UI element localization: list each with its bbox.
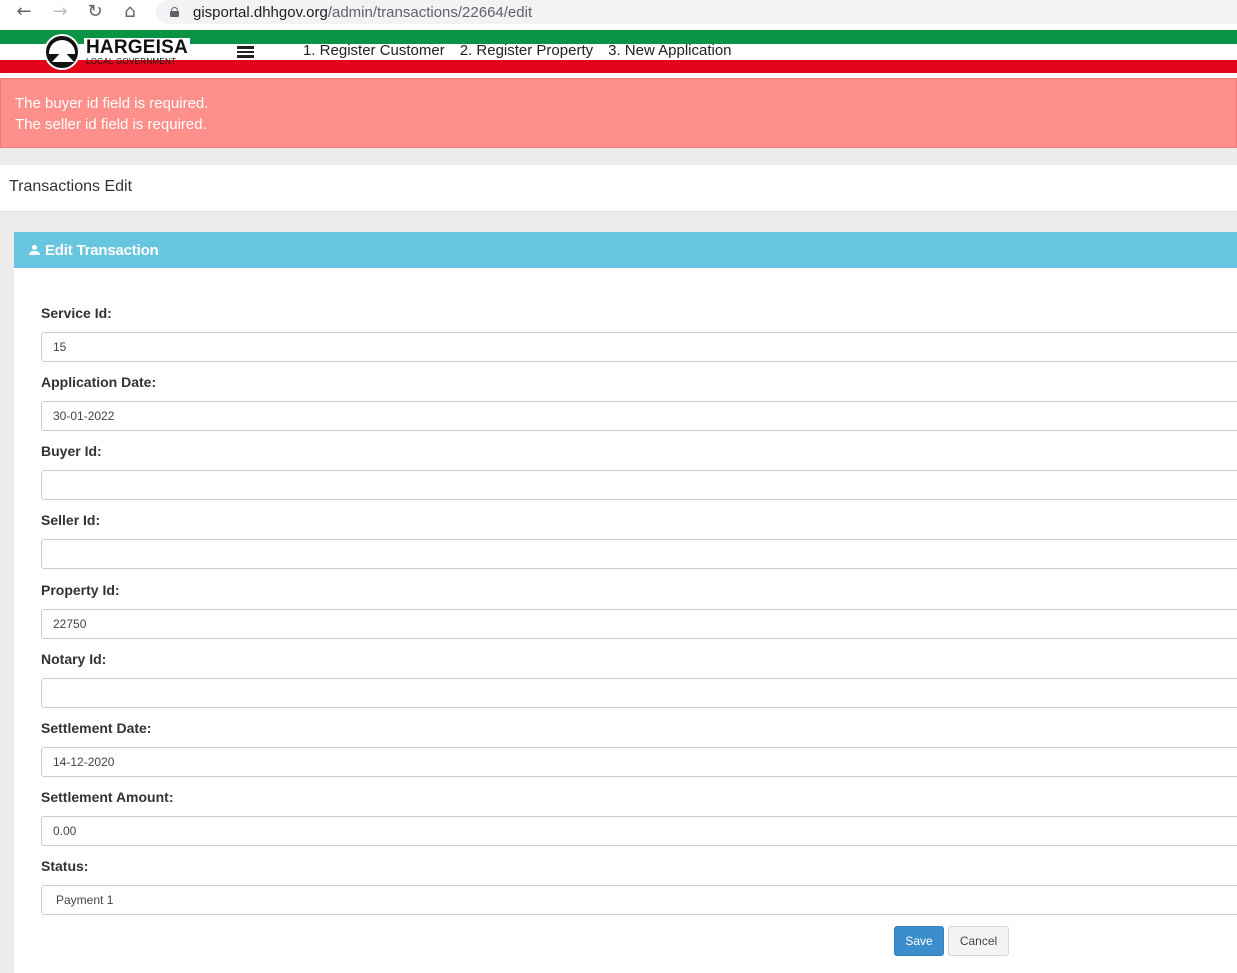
site-logo[interactable]: HARGEISA LOCAL GOVERNMENT xyxy=(44,32,190,72)
form-group-buyer-id: Buyer Id: xyxy=(41,443,1237,500)
form-group-property-id: Property Id: 22750 xyxy=(41,582,1237,639)
alert-message: The seller id field is required. xyxy=(15,116,207,133)
nav-link-register-property[interactable]: 2. Register Property xyxy=(460,42,593,59)
buyer-id-label: Buyer Id: xyxy=(41,443,102,459)
panel-heading-text: Edit Transaction xyxy=(45,241,159,259)
address-bar[interactable]: gisportal.dhhgov.org/admin/transactions/… xyxy=(156,0,1237,24)
form-group-service-id: Service Id: 15 xyxy=(41,305,1237,362)
buyer-id-input[interactable] xyxy=(41,470,1237,500)
cancel-button[interactable]: Cancel xyxy=(948,926,1009,956)
settlement-date-input[interactable]: 14-12-2020 xyxy=(41,747,1237,777)
settlement-amount-input[interactable]: 0.00 xyxy=(41,816,1237,846)
form-group-settlement-amount: Settlement Amount: 0.00 xyxy=(41,789,1237,846)
form-group-settlement-date: Settlement Date: 14-12-2020 xyxy=(41,720,1237,777)
home-icon[interactable]: ⌂ xyxy=(118,0,142,22)
back-icon[interactable]: ← xyxy=(12,0,36,22)
site-header: HARGEISA LOCAL GOVERNMENT 1. Register Cu… xyxy=(0,30,1237,74)
settlement-amount-label: Settlement Amount: xyxy=(41,789,174,805)
seller-id-input[interactable] xyxy=(41,539,1237,569)
page-title-text: Transactions Edit xyxy=(9,178,133,195)
panel-heading: Edit Transaction xyxy=(14,232,1237,268)
page-title: Transactions Edit xyxy=(0,165,1237,212)
nav-link-register-customer[interactable]: 1. Register Customer xyxy=(303,42,445,59)
forward-icon[interactable]: → xyxy=(48,0,72,22)
url-domain: gisportal.dhhgov.org xyxy=(193,3,328,21)
form-group-notary-id: Notary Id: xyxy=(41,651,1237,708)
property-id-input[interactable]: 22750 xyxy=(41,609,1237,639)
status-select[interactable]: Payment 1 xyxy=(41,885,1237,915)
application-date-input[interactable]: 30-01-2022 xyxy=(41,401,1237,431)
menu-toggle-icon[interactable] xyxy=(237,46,254,58)
spacer-band xyxy=(0,148,1237,165)
alert-message: The buyer id field is required. xyxy=(15,95,209,112)
settlement-date-label: Settlement Date: xyxy=(41,720,152,736)
logo-emblem xyxy=(44,34,80,70)
nav-link-new-application[interactable]: 3. New Application xyxy=(608,42,731,59)
user-icon xyxy=(29,244,40,256)
status-label: Status: xyxy=(41,858,89,874)
notary-id-input[interactable] xyxy=(41,678,1237,708)
url-path: /admin/transactions/22664/edit xyxy=(327,3,533,21)
logo-title: HARGEISA xyxy=(84,37,190,58)
seller-id-label: Seller Id: xyxy=(41,512,101,528)
save-button[interactable]: Save xyxy=(894,926,944,956)
reload-icon[interactable]: ↻ xyxy=(83,0,107,22)
form-group-status: Status: Payment 1 xyxy=(41,858,1237,915)
service-id-label: Service Id: xyxy=(41,305,112,321)
application-date-label: Application Date: xyxy=(41,374,157,390)
service-id-input[interactable]: 15 xyxy=(41,332,1237,362)
form-group-application-date: Application Date: 30-01-2022 xyxy=(41,374,1237,431)
notary-id-label: Notary Id: xyxy=(41,651,107,667)
top-nav: 1. Register Customer 2. Register Propert… xyxy=(303,42,732,59)
property-id-label: Property Id: xyxy=(41,582,120,598)
logo-subtitle: LOCAL GOVERNMENT xyxy=(86,57,177,66)
lock-icon xyxy=(170,7,179,17)
edit-transaction-panel: Edit Transaction Service Id: 15 Applicat… xyxy=(14,232,1237,973)
error-alert: The buyer id field is required. The sell… xyxy=(0,78,1237,148)
browser-toolbar: ← → ↻ ⌂ gisportal.dhhgov.org/admin/trans… xyxy=(0,0,1237,26)
form-group-seller-id: Seller Id: xyxy=(41,512,1237,569)
